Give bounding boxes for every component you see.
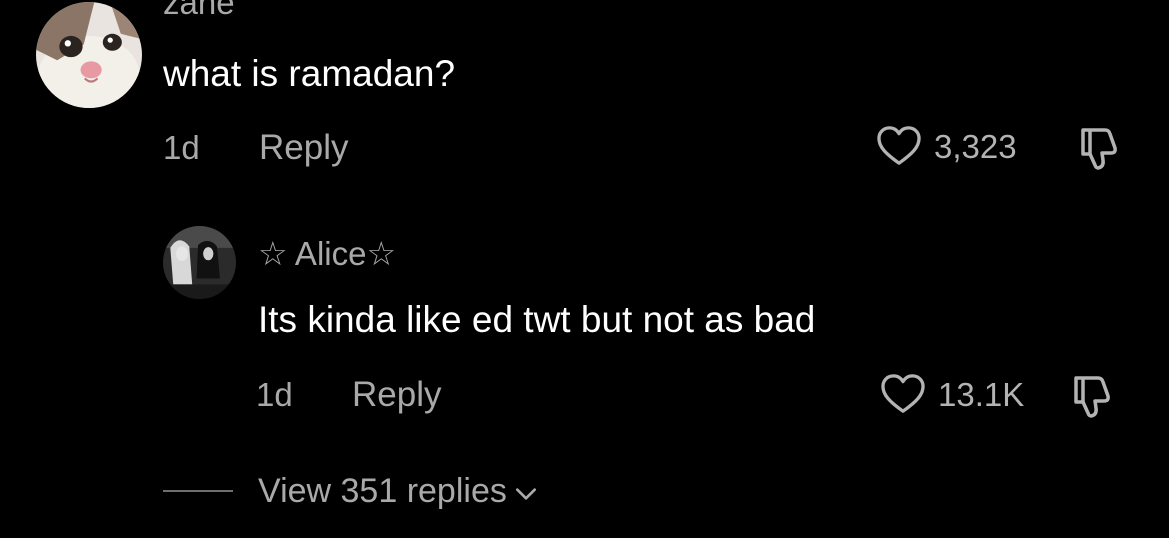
comment-thread: zane what is ramadan? 1d Reply 3,323 ☆ A… <box>0 0 1169 538</box>
thumbs-down-icon[interactable] <box>1075 124 1123 172</box>
divider-line <box>163 490 233 492</box>
reply-text: Its kinda like ed twt but not as bad <box>258 299 816 340</box>
heart-outline-icon <box>877 126 921 165</box>
thumbs-down-icon[interactable] <box>1068 372 1116 420</box>
reply-button[interactable]: Reply <box>352 377 441 412</box>
chevron-down-icon <box>515 488 536 500</box>
reply-author[interactable]: ☆ Alice☆ <box>258 237 396 270</box>
like-button[interactable]: 3,323 <box>876 125 1017 167</box>
like-button[interactable]: 13.1K <box>880 373 1024 415</box>
avatar[interactable] <box>36 2 142 108</box>
reply-button[interactable]: Reply <box>259 130 348 165</box>
comment-age: 1d <box>163 129 200 166</box>
comment-author[interactable]: zane <box>163 0 235 19</box>
cat-avatar-image <box>36 2 142 108</box>
comment-text: what is ramadan? <box>163 53 456 94</box>
like-count: 3,323 <box>934 127 1017 165</box>
heart-outline-icon <box>881 374 925 413</box>
alice-avatar-image <box>163 226 236 299</box>
view-replies-button[interactable]: View 351 replies <box>163 474 539 508</box>
avatar[interactable] <box>163 226 236 299</box>
like-count: 13.1K <box>938 375 1025 413</box>
reply-age: 1d <box>256 376 293 413</box>
view-replies-label: View 351 replies <box>258 472 507 510</box>
